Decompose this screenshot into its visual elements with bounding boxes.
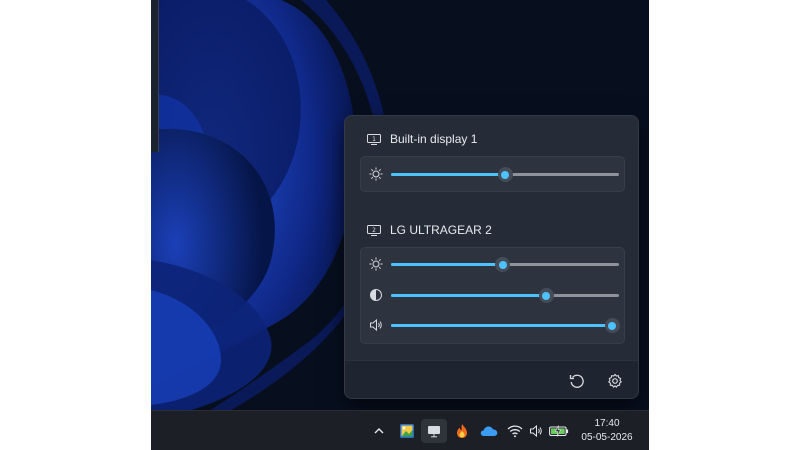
- clock[interactable]: 17:40 05-05-2026: [575, 417, 639, 445]
- volume-button[interactable]: [527, 419, 545, 443]
- refresh-icon: [569, 374, 584, 388]
- wifi-button[interactable]: [505, 419, 525, 443]
- monitor-1-header: 1 Built-in display 1: [367, 132, 477, 146]
- volume-row: [361, 310, 626, 340]
- brightness-row: [361, 159, 626, 189]
- brightness-row: [361, 249, 626, 279]
- brightness-icon: [369, 257, 383, 271]
- contrast-slider[interactable]: [391, 288, 619, 303]
- onedrive-icon: [480, 426, 498, 436]
- contrast-row: [361, 280, 626, 310]
- clock-time: 17:40: [594, 418, 620, 429]
- brightness-slider[interactable]: [391, 167, 619, 182]
- monitor-2-controls: [360, 247, 625, 344]
- flame-app-button[interactable]: [451, 419, 473, 443]
- slider-thumb[interactable]: [538, 288, 554, 303]
- slider-thumb[interactable]: [497, 167, 513, 182]
- brightness-slider[interactable]: [391, 257, 619, 272]
- volume-slider[interactable]: [391, 318, 620, 333]
- monitor-tray-button[interactable]: [421, 419, 447, 443]
- monitor-1-controls: [360, 156, 625, 192]
- flyout-footer: [345, 360, 638, 398]
- svg-text:2: 2: [372, 227, 376, 234]
- taskbar: 17:40 05-05-2026: [151, 410, 649, 450]
- onedrive-button[interactable]: [477, 419, 501, 443]
- monitor-2-header: 2 LG ULTRAGEAR 2: [367, 223, 492, 237]
- monitor-2-icon: 2: [367, 224, 381, 236]
- window-edge: [151, 0, 159, 152]
- svg-text:1: 1: [372, 136, 376, 143]
- photos-app-icon: [400, 424, 414, 438]
- monitor-1-icon: 1: [367, 133, 381, 145]
- monitor-tray-icon: [428, 425, 440, 437]
- gear-icon: [608, 373, 622, 388]
- monitor-2-name: LG ULTRAGEAR 2: [390, 223, 492, 237]
- photos-app-button[interactable]: [395, 419, 419, 443]
- flame-app-icon: [457, 424, 467, 438]
- slider-thumb[interactable]: [495, 257, 511, 272]
- battery-button[interactable]: [547, 419, 571, 443]
- wifi-icon: [507, 425, 523, 438]
- volume-icon: [530, 424, 542, 438]
- settings-button[interactable]: [603, 369, 627, 393]
- chevron-up-icon: [374, 428, 384, 434]
- clock-date: 05-05-2026: [581, 432, 633, 443]
- battery-charging-icon: [549, 425, 569, 437]
- slider-thumb[interactable]: [604, 318, 620, 333]
- reset-button[interactable]: [565, 369, 589, 393]
- monitor-flyout: 1 Built-in display 1 2 LG ULTRAGEAR 2: [344, 115, 639, 399]
- desktop-screen: 1 Built-in display 1 2 LG ULTRAGEAR 2 17…: [151, 0, 649, 450]
- brightness-icon: [369, 167, 383, 181]
- show-hidden-icons-button[interactable]: [371, 419, 387, 443]
- contrast-icon: [370, 289, 382, 301]
- volume-icon: [370, 318, 382, 332]
- monitor-1-name: Built-in display 1: [390, 132, 478, 146]
